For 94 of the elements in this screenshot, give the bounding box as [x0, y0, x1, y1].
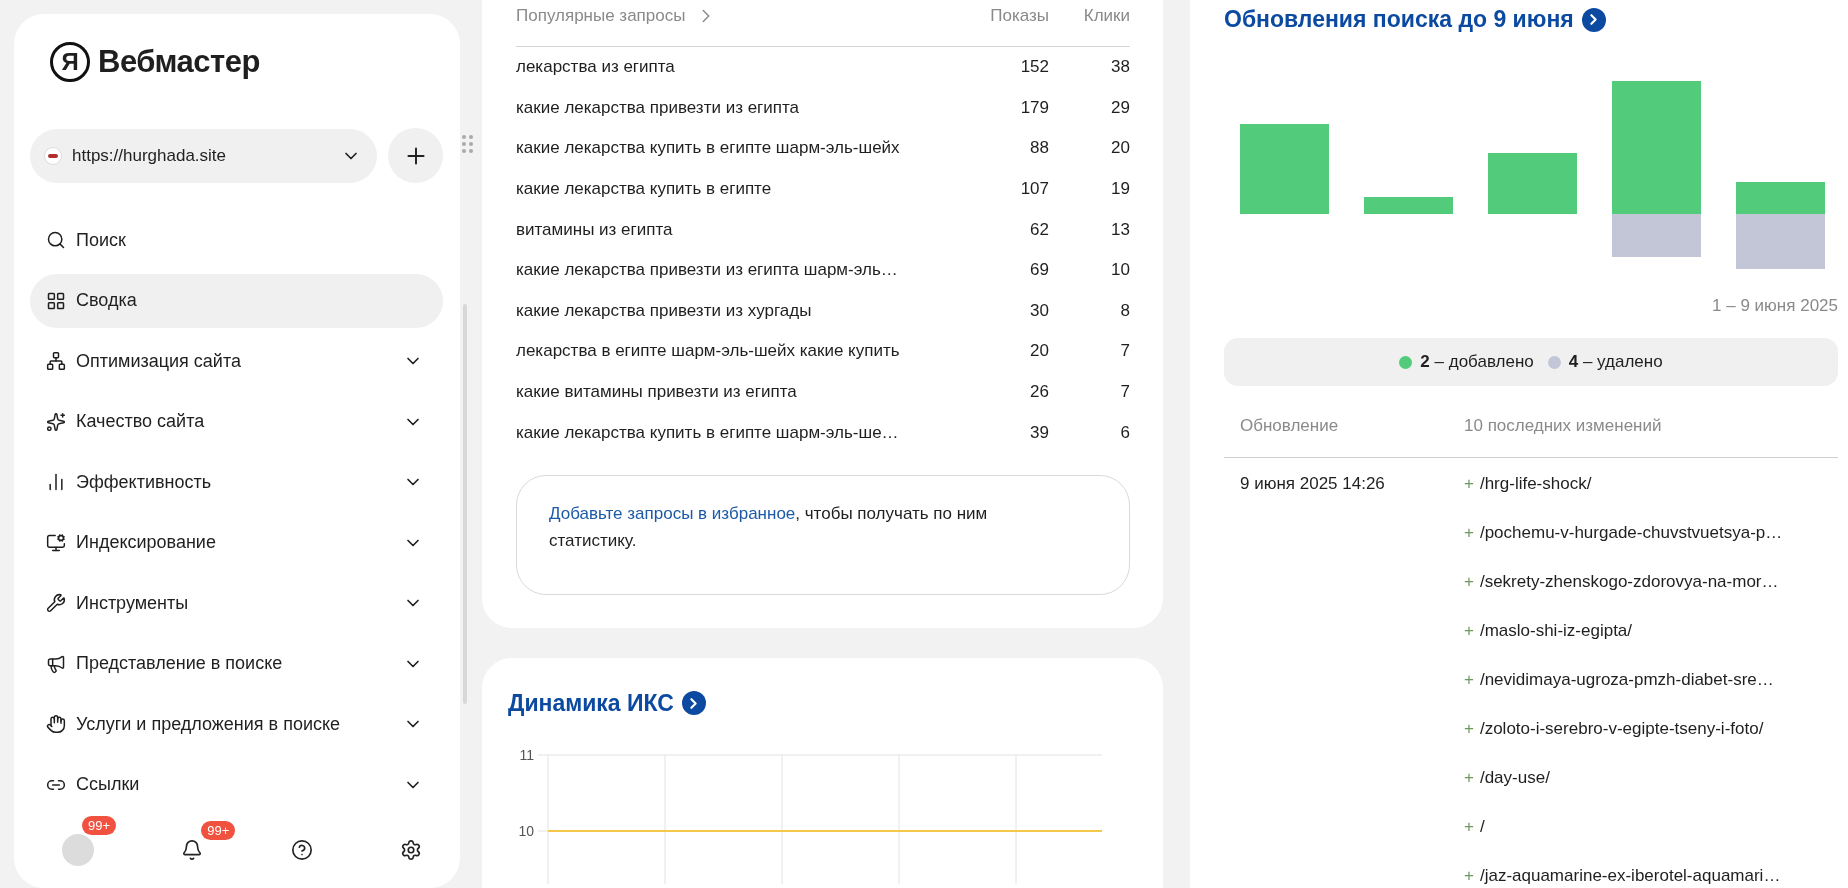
column-header: Обновление [1240, 416, 1340, 437]
clicks-cell-text: 29 [1110, 97, 1130, 118]
column-header: Клики [1082, 6, 1130, 26]
shows-cell-text: 26 [1029, 382, 1049, 403]
shows-cell-text: 179 [1019, 97, 1049, 118]
wrench-icon [46, 593, 66, 613]
legend-label: 4 – удалено [1568, 352, 1663, 372]
added-sign: + [1464, 474, 1474, 494]
shows-cell-text: 152 [1019, 57, 1049, 78]
nav-item[interactable]: Ссылки [30, 757, 443, 812]
shows-cell-text: 30 [1029, 300, 1049, 321]
added-sign: + [1464, 817, 1474, 837]
shows-cell-text: 88 [1029, 138, 1049, 159]
chevron-circle-icon[interactable] [1581, 7, 1606, 32]
nav-item[interactable]: Сводка [30, 273, 443, 328]
section-title[interactable]: Динамика ИКС [508, 689, 674, 717]
clicks-cell-text: 8 [1119, 300, 1130, 321]
query-cell-text: лекарства из египта [516, 57, 676, 78]
added-sign: + [1464, 719, 1474, 739]
grid-icon [46, 290, 66, 311]
notifications-icon[interactable] [181, 839, 204, 861]
nav-item[interactable]: Инструменты [30, 576, 443, 630]
column-header: 10 последних изменений [1464, 416, 1663, 437]
page-path: /jaz-aquamarine-ex-iberotel-aquamari… [1479, 866, 1781, 886]
added-sign: + [1464, 523, 1474, 543]
clicks-cell-text: 38 [1110, 57, 1130, 78]
axis-tick-label: 10 [518, 822, 534, 839]
note-text: Добавьте запросы в избранное, чтобы получать по ним статистику. [549, 503, 988, 550]
megaphone-icon [46, 653, 66, 674]
search-icon [46, 230, 66, 250]
legend-label: 2 – добавлено [1420, 352, 1534, 372]
section-title[interactable]: Обновления поиска до 9 июня [1224, 6, 1574, 33]
clicks-cell-text: 19 [1110, 179, 1130, 200]
added-sign: + [1464, 621, 1474, 641]
clicks-cell-text: 10 [1110, 260, 1130, 281]
query-cell-text: какие лекарства привезти из египта шарм-эль… [516, 260, 899, 281]
shows-cell-text: 69 [1029, 260, 1049, 281]
added-sign: + [1464, 768, 1474, 788]
query-cell-text: какие лекарства привезти из хургады [516, 300, 813, 321]
query-cell-text: какие витамины привезти из египта [516, 382, 798, 403]
count-badge: 99+ [201, 821, 236, 840]
query-cell-text: какие лекарства купить в египте [516, 179, 773, 200]
update-date: 9 июня 2025 14:26 [1240, 474, 1386, 495]
settings-icon[interactable] [400, 839, 422, 861]
page-path: /sekrety-zhenskogo-zdorovya-na-mor… [1479, 572, 1779, 592]
query-cell-text: какие лекарства привезти из египта [516, 97, 801, 118]
clicks-cell-text: 7 [1119, 341, 1130, 362]
added-sign: + [1464, 670, 1474, 690]
shows-cell-text: 20 [1029, 341, 1049, 362]
clicks-cell-text: 7 [1119, 382, 1130, 403]
page-path: /maslo-shi-iz-egipta/ [1479, 621, 1633, 641]
favorites-link[interactable]: Добавьте запросы в избранное [549, 503, 796, 523]
count-badge: 99+ [82, 816, 117, 835]
added-sign: + [1464, 866, 1474, 886]
popular-queries-link[interactable]: Популярные запросы [516, 5, 949, 27]
nav-item[interactable]: Оптимизация сайта [30, 334, 443, 388]
page-path: /day-use/ [1479, 768, 1550, 788]
sparkles-icon [46, 411, 66, 432]
column-header: Показы [989, 6, 1049, 26]
period-label: 1 – 9 июня 2025 [1712, 296, 1838, 316]
query-cell-text: какие лекарства купить в египте шарм-эль-шейх [516, 138, 901, 159]
hand-icon [46, 714, 66, 734]
clicks-cell-text: 6 [1119, 422, 1130, 443]
nav-item[interactable]: Индексирование [30, 515, 443, 570]
nav-item[interactable]: Поиск [30, 213, 443, 267]
site-select[interactable]: https://hurghada.site [30, 128, 377, 183]
shows-cell-text: 62 [1029, 219, 1049, 240]
added-sign: + [1464, 572, 1474, 592]
hierarchy-icon [46, 351, 66, 371]
page-path: /pochemu-v-hurgade-chuvstvuetsya-p… [1479, 523, 1783, 543]
help-icon[interactable] [290, 839, 313, 861]
shows-cell-text: 39 [1029, 422, 1049, 443]
drag-handle-icon[interactable] [462, 135, 473, 153]
nav-item[interactable]: Качество сайта [30, 394, 443, 449]
monitor-icon [46, 532, 66, 553]
logo-title: Вебмастер [98, 44, 260, 80]
bar-chart-icon [46, 472, 66, 492]
nav-item[interactable]: Эффективность [30, 455, 443, 509]
site-favicon-icon [44, 146, 62, 165]
axis-tick-label: 11 [519, 746, 534, 763]
nav-item[interactable]: Услуги и предложения в поиске [30, 697, 443, 751]
page-path: / [1479, 817, 1485, 837]
clicks-cell-text: 13 [1110, 219, 1130, 240]
page-path: /nevidimaya-ugroza-pmzh-diabet-sre… [1479, 670, 1774, 690]
query-cell-text: лекарства в египте шарм-эль-шейх какие купить [516, 341, 901, 362]
page-path: /zoloto-i-serebro-v-egipte-tseny-i-foto/ [1479, 719, 1764, 739]
logo-mark: Я [50, 42, 90, 82]
query-cell-text: какие лекарства купить в египте шарм-эль-ше… [516, 422, 900, 443]
query-cell-text: витамины из египта [516, 219, 674, 240]
clicks-cell-text: 20 [1110, 138, 1130, 159]
page-path: /hrg-life-shock/ [1479, 474, 1592, 494]
shows-cell-text: 107 [1019, 179, 1049, 200]
nav-item[interactable]: Представление в поиске [30, 636, 443, 691]
chevron-circle-icon[interactable] [681, 691, 706, 716]
